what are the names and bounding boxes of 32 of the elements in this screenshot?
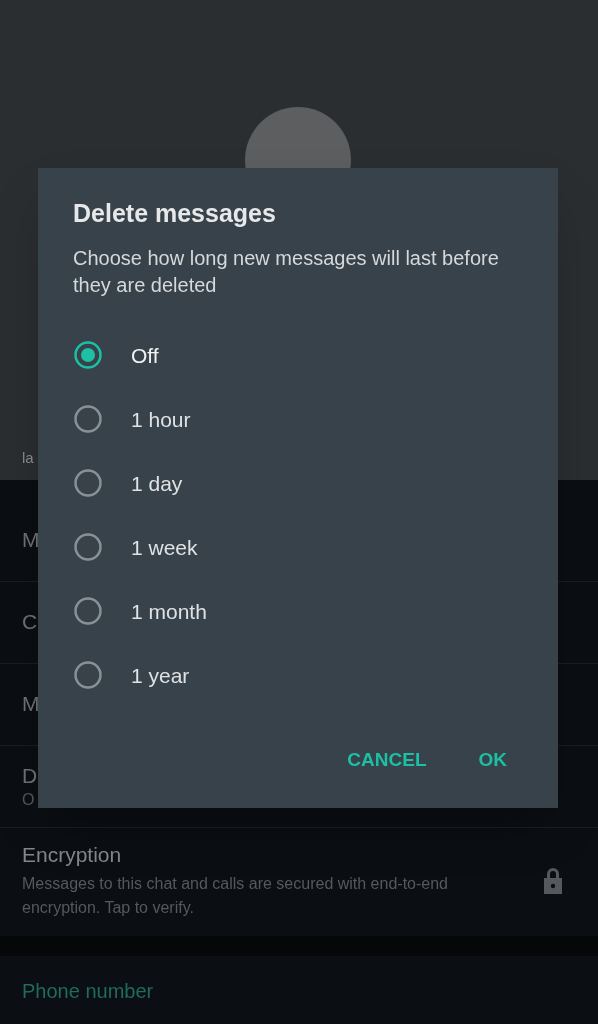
option-label: 1 week bbox=[131, 534, 198, 561]
dialog-description: Choose how long new messages will last before they are deleted bbox=[73, 246, 500, 299]
radio-button[interactable] bbox=[73, 468, 103, 499]
radio-option[interactable]: 1 hour bbox=[73, 387, 523, 452]
row-label: C bbox=[22, 609, 38, 636]
option-label: 1 hour bbox=[131, 406, 191, 433]
last-seen-text: la bbox=[22, 450, 34, 465]
encryption-title: Encryption bbox=[22, 842, 123, 868]
row-label: M bbox=[22, 527, 40, 554]
radio-button[interactable] bbox=[73, 340, 103, 371]
lock-icon bbox=[542, 867, 564, 896]
radio-button[interactable] bbox=[73, 596, 103, 627]
dialog-title: Delete messages bbox=[73, 198, 277, 229]
option-label: 1 day bbox=[131, 470, 183, 497]
row-label: M bbox=[22, 691, 40, 718]
row-label: D bbox=[22, 763, 38, 790]
radio-button[interactable] bbox=[73, 404, 103, 435]
radio-option[interactable]: 1 week bbox=[73, 515, 523, 580]
radio-button[interactable] bbox=[73, 532, 103, 563]
ok-button[interactable]: OK bbox=[474, 739, 511, 780]
option-label: Off bbox=[131, 342, 159, 369]
radio-option[interactable]: 1 year bbox=[73, 643, 523, 708]
radio-button[interactable] bbox=[73, 660, 103, 691]
option-label: 1 month bbox=[131, 598, 207, 625]
row-value: O bbox=[22, 789, 35, 810]
radio-option[interactable]: 1 month bbox=[73, 579, 523, 644]
radio-option[interactable]: 1 day bbox=[73, 451, 523, 516]
section-header: Phone number bbox=[22, 979, 155, 1005]
option-label: 1 year bbox=[131, 662, 190, 689]
cancel-button[interactable]: CANCEL bbox=[343, 739, 431, 780]
radio-option[interactable]: Off bbox=[73, 323, 523, 388]
encryption-description: Messages to this chat and calls are secured with end-to-end encryption. Tap to verify. bbox=[22, 874, 449, 919]
